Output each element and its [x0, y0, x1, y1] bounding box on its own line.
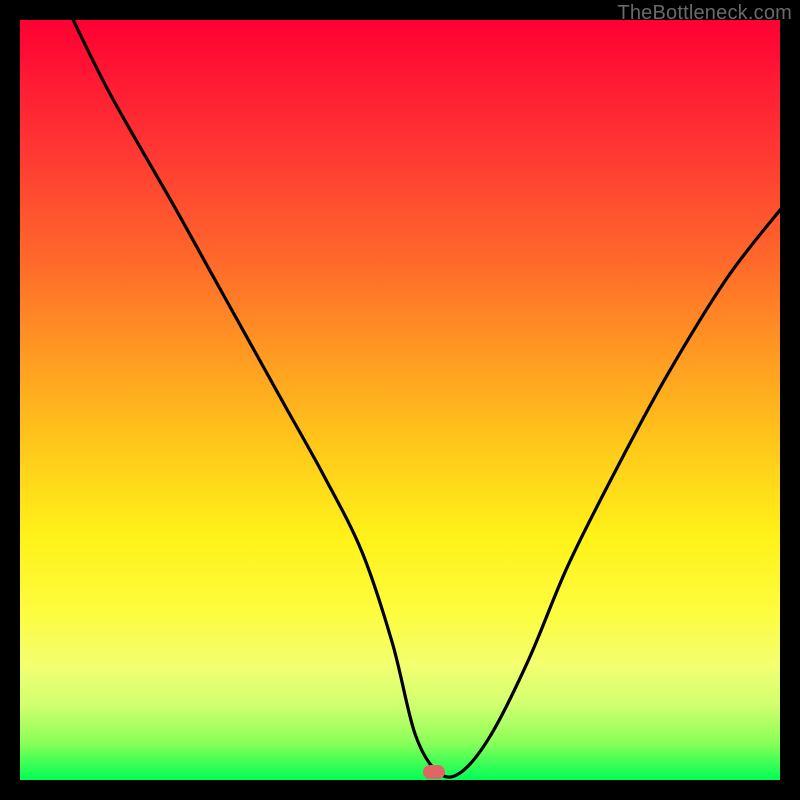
plot-area [20, 20, 780, 780]
watermark-text: TheBottleneck.com [617, 2, 792, 25]
optimal-marker [423, 765, 445, 779]
chart-frame: TheBottleneck.com [0, 0, 800, 800]
bottleneck-curve [20, 20, 780, 780]
